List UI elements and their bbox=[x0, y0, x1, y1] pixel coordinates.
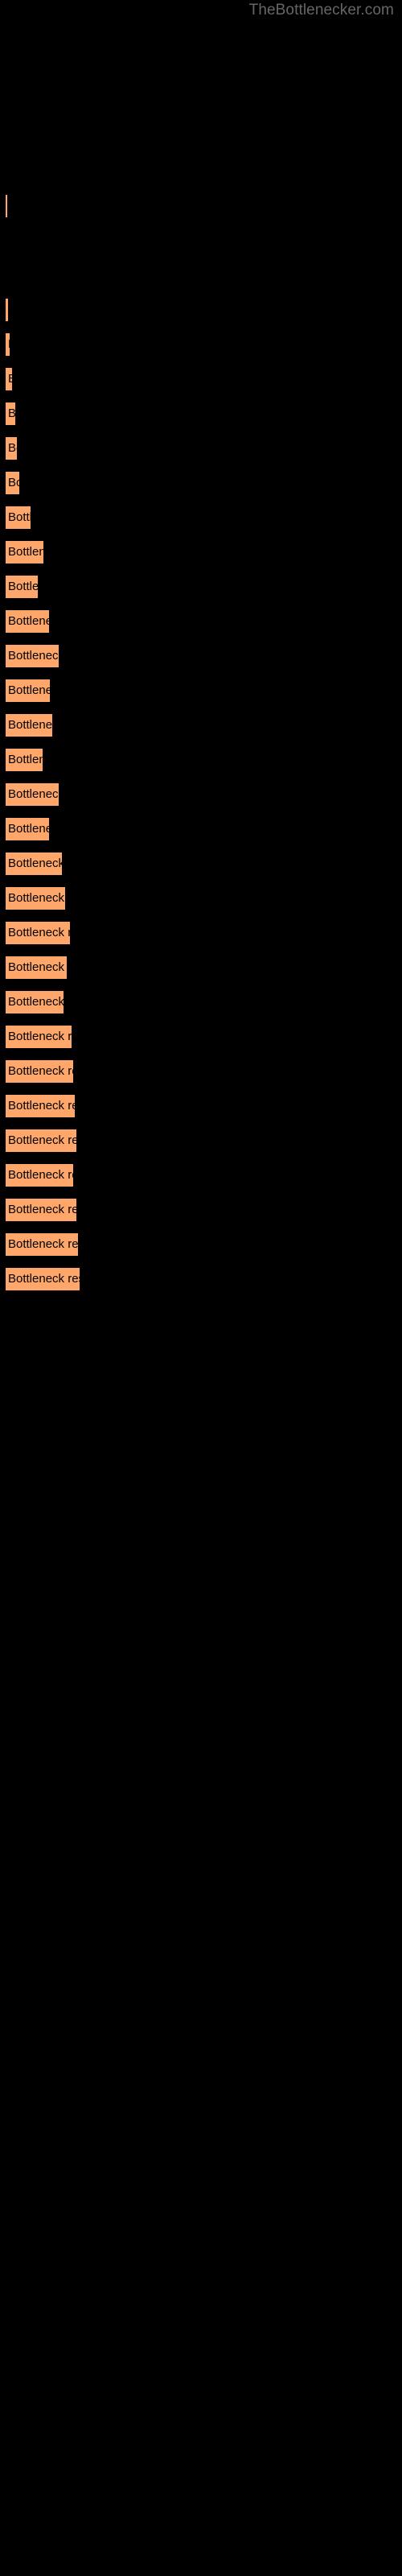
bar-label-clip: Bottleneck result bbox=[5, 194, 8, 218]
bar-value-label: Bottleneck result bbox=[8, 1203, 77, 1216]
bar-label-clip: Bottleneck result bbox=[5, 817, 50, 841]
bar-label-clip: Bottleneck result bbox=[5, 644, 59, 668]
bar-label-clip: Bottleneck result bbox=[5, 1232, 79, 1257]
bar-row: Bottleneck result bbox=[0, 1232, 402, 1257]
bar-value-label: Bottleneck result bbox=[8, 822, 50, 836]
bar-row: Bottleneck result bbox=[0, 713, 402, 737]
bar-value-label: Bottleneck result bbox=[8, 926, 71, 939]
bar-row: Bottleneck result bbox=[0, 1163, 402, 1187]
bar-value-label: Bottleneck result bbox=[8, 1030, 72, 1043]
bar-label-clip: Bottleneck result bbox=[5, 471, 20, 495]
bar-value-label: Bottleneck result bbox=[8, 649, 59, 663]
bar-row: Bottleneck result bbox=[0, 956, 402, 980]
bar-label-clip: Bottleneck result bbox=[5, 402, 16, 426]
bar-label-clip: Bottleneck result bbox=[5, 852, 63, 876]
bar-label-clip: Bottleneck result bbox=[5, 332, 10, 357]
bar-value-label: Bottleneck result bbox=[8, 960, 68, 974]
bar-label-clip: Bottleneck result bbox=[5, 886, 66, 910]
bar-value-label: Bottleneck result bbox=[8, 476, 20, 489]
bar-value-label: Bottleneck result bbox=[8, 1064, 74, 1078]
bar-row: Bottleneck result bbox=[0, 644, 402, 668]
bar-row: Bottleneck result bbox=[0, 1198, 402, 1222]
bar-value-label: Bottleneck result bbox=[8, 787, 59, 801]
bar-value-label: Bottleneck result bbox=[8, 545, 44, 559]
bar-label-clip: Bottleneck result bbox=[5, 367, 13, 391]
bar-row: Bottleneck result bbox=[0, 194, 402, 218]
bar-value-label: Bottleneck result bbox=[8, 1237, 79, 1251]
bar-series-layer: Bottleneck result Bottleneck result Bottle… bbox=[0, 0, 402, 2576]
bar-value-label: Bottleneck result bbox=[8, 407, 16, 420]
bar-row: Bottleneck result bbox=[0, 263, 402, 287]
bar-row: Bottleneck result bbox=[0, 990, 402, 1014]
bar-row: Bottleneck result bbox=[0, 229, 402, 253]
bar-row: Bottleneck result bbox=[0, 782, 402, 807]
bar-label-clip: Bottleneck result bbox=[5, 956, 68, 980]
bar-value-label: Bottleneck result bbox=[8, 753, 43, 766]
bar-row: Bottleneck result bbox=[0, 1094, 402, 1118]
bar-label-clip: Bottleneck result bbox=[5, 748, 43, 772]
bar-label-clip: Bottleneck result bbox=[5, 575, 39, 599]
bar-row: Bottleneck result bbox=[0, 298, 402, 322]
bar-row: Bottleneck result bbox=[0, 1059, 402, 1084]
bar-row: Bottleneck result bbox=[0, 436, 402, 460]
bar-value-label: Bottleneck result bbox=[8, 298, 9, 322]
bar-row: Bottleneck result bbox=[0, 748, 402, 772]
bar-label-clip: Bottleneck result bbox=[5, 782, 59, 807]
bar-value-label: Bottleneck result bbox=[8, 1168, 74, 1182]
bar-label-clip: Bottleneck result bbox=[5, 1025, 72, 1049]
bar-value-label: Bottleneck result bbox=[8, 580, 39, 593]
bottleneck-bar-chart: TheBottlenecker.com Bottleneck resultBot… bbox=[0, 0, 402, 2576]
bar-label-clip: Bottleneck result bbox=[5, 1094, 76, 1118]
bar-row: Bottleneck result bbox=[0, 506, 402, 530]
bar-label-clip: Bottleneck result bbox=[5, 1198, 77, 1222]
bar-row: Bottleneck result bbox=[0, 367, 402, 391]
bar-value-label: Bottleneck result bbox=[8, 372, 13, 386]
bar-value-label: Bottleneck result bbox=[8, 891, 66, 905]
bar-label-clip: Bottleneck result bbox=[5, 540, 44, 564]
bar-row: Bottleneck result bbox=[0, 817, 402, 841]
bar-label-clip: Bottleneck result bbox=[5, 125, 6, 149]
bar-label-clip: Bottleneck result bbox=[5, 229, 6, 253]
bar-row: Bottleneck result bbox=[0, 1129, 402, 1153]
bar-row: Bottleneck result bbox=[0, 575, 402, 599]
bar-label-clip: Bottleneck result bbox=[5, 679, 51, 703]
bar-row: Bottleneck result bbox=[0, 402, 402, 426]
bar-value-label: Bottleneck result bbox=[8, 510, 31, 524]
bar-value-label: Bottleneck result bbox=[8, 1272, 80, 1286]
bar-label-clip: Bottleneck result bbox=[5, 436, 18, 460]
bar-label-clip: Bottleneck result bbox=[5, 609, 50, 634]
bar-value-label: Bottleneck result bbox=[8, 1099, 76, 1113]
bar-row: Bottleneck result bbox=[0, 1025, 402, 1049]
bar-row: Bottleneck result bbox=[0, 332, 402, 357]
bar-label-clip: Bottleneck result bbox=[5, 990, 64, 1014]
bar-label-clip: Bottleneck result bbox=[5, 1129, 77, 1153]
bar-row: Bottleneck result bbox=[0, 852, 402, 876]
bar-value-label: Bottleneck result bbox=[8, 995, 64, 1009]
bar-value-label: Bottleneck result bbox=[8, 1133, 77, 1147]
bar-row: Bottleneck result bbox=[0, 679, 402, 703]
bar-label-clip: Bottleneck result bbox=[5, 506, 31, 530]
bar-row: Bottleneck result bbox=[0, 921, 402, 945]
bar-value-label: Bottleneck result bbox=[8, 683, 51, 697]
bar-label-clip: Bottleneck result bbox=[5, 1163, 74, 1187]
bar-row: Bottleneck result bbox=[0, 1267, 402, 1291]
bar-label-clip: Bottleneck result bbox=[5, 921, 71, 945]
bar-label-clip: Bottleneck result bbox=[5, 263, 6, 287]
bar-row: Bottleneck result bbox=[0, 471, 402, 495]
bar-value-label: Bottleneck result bbox=[8, 332, 10, 357]
bar-row: Bottleneck result bbox=[0, 540, 402, 564]
bar-label-clip: Bottleneck result bbox=[5, 713, 53, 737]
bar-value-label: Bottleneck result bbox=[8, 441, 18, 455]
bar-value-label: Bottleneck result bbox=[8, 718, 53, 732]
bar-label-clip: Bottleneck result bbox=[5, 298, 9, 322]
bar-label-clip: Bottleneck result bbox=[5, 1059, 74, 1084]
bar-value-label: Bottleneck result bbox=[8, 614, 50, 628]
bar-label-clip: Bottleneck result bbox=[5, 1267, 80, 1291]
bar-row: Bottleneck result bbox=[0, 886, 402, 910]
bar-value-label: Bottleneck result bbox=[8, 857, 63, 870]
bar-row: Bottleneck result bbox=[0, 609, 402, 634]
bar-row: Bottleneck result bbox=[0, 125, 402, 149]
